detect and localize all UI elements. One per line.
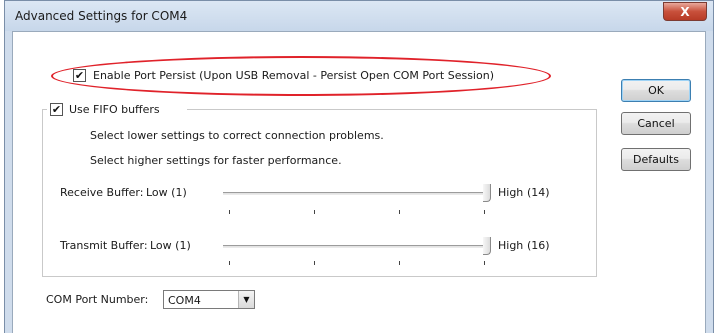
port-persist-checkbox[interactable]: ✔ [73,69,86,82]
defaults-button[interactable]: Defaults [621,148,691,171]
close-button[interactable]: X [663,2,707,21]
ok-button-label: OK [648,84,664,97]
ok-button[interactable]: OK [621,79,691,102]
transmit-buffer-value: (16) [527,239,550,252]
receive-buffer-value: (14) [527,186,550,199]
fifo-checkbox[interactable]: ✔ [50,103,63,116]
transmit-buffer-track[interactable] [223,245,487,248]
defaults-button-label: Defaults [633,153,679,166]
receive-buffer-track[interactable] [223,192,487,195]
fifo-hint-lower: Select lower settings to correct connect… [90,129,384,142]
transmit-buffer-low-label: Low (1) [150,239,191,252]
dialog-window: Advanced Settings for COM4 X ✔ Enable Po… [4,0,714,333]
checkmark-icon: ✔ [74,69,85,82]
com-port-value: COM4 [168,294,201,307]
com-port-select[interactable]: COM4 ▼ [163,290,255,309]
receive-buffer-tick [229,210,230,214]
chevron-down-icon[interactable]: ▼ [238,291,254,308]
transmit-buffer-tick [399,261,400,265]
port-persist-label: Enable Port Persist (Upon USB Removal - … [93,69,494,82]
transmit-buffer-tick [484,261,485,265]
window-title: Advanced Settings for COM4 [15,9,188,23]
receive-buffer-tick [314,210,315,214]
cancel-button[interactable]: Cancel [621,112,691,135]
receive-buffer-low-label: Low (1) [146,186,187,199]
close-icon: X [680,4,690,19]
transmit-buffer-tick [314,261,315,265]
transmit-buffer-high-label: High [498,239,524,252]
receive-buffer-tick [399,210,400,214]
cancel-button-label: Cancel [637,117,675,130]
transmit-buffer-thumb[interactable] [483,237,491,255]
checkmark-icon: ✔ [51,103,62,116]
transmit-buffer-label: Transmit Buffer: [60,239,148,252]
fifo-hint-higher: Select higher settings for faster perfor… [90,154,342,167]
title-bar[interactable]: Advanced Settings for COM4 X [5,1,713,31]
receive-buffer-tick [484,210,485,214]
receive-buffer-high-label: High [498,186,524,199]
receive-buffer-thumb[interactable] [483,184,491,202]
fifo-label: Use FIFO buffers [69,103,160,116]
com-port-label: COM Port Number: [46,293,149,306]
receive-buffer-label: Receive Buffer: [60,186,144,199]
transmit-buffer-tick [229,261,230,265]
dialog-body: ✔ Enable Port Persist (Upon USB Removal … [12,31,706,333]
